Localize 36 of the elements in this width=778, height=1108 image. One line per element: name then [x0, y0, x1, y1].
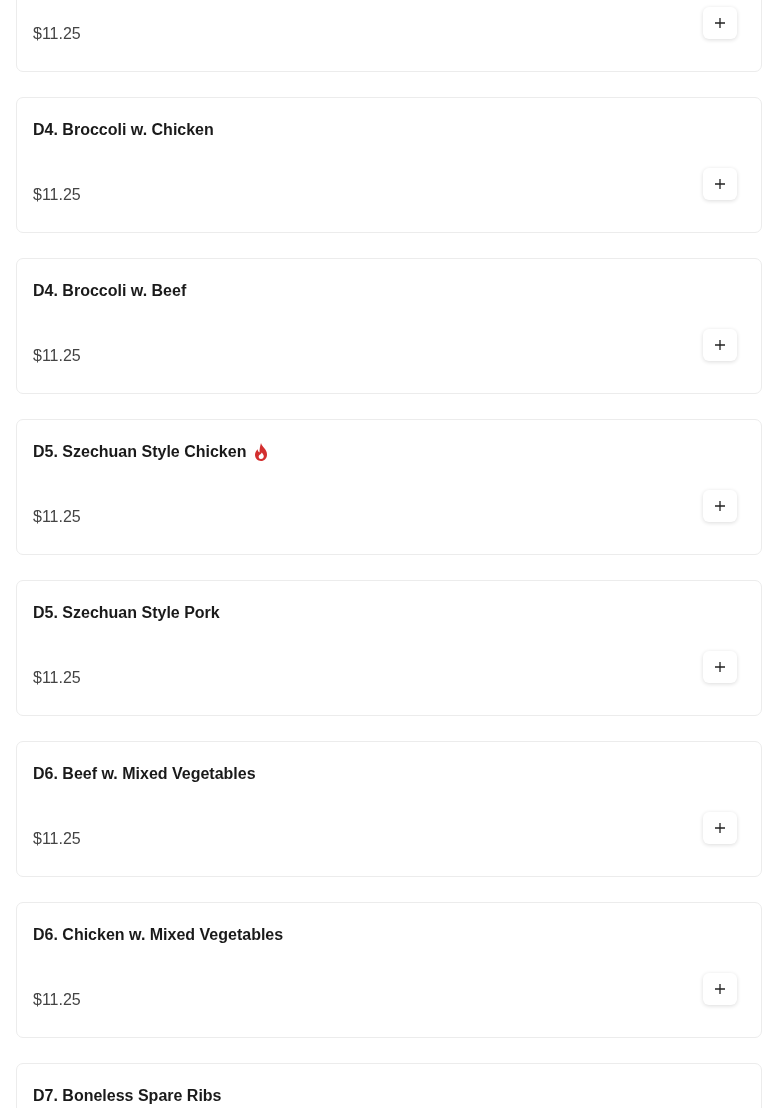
price: $11.25 — [33, 507, 81, 526]
price: $11.25 — [33, 346, 81, 365]
dish-name: D6. Beef w. Mixed Vegetables — [33, 765, 256, 783]
plus-icon — [715, 179, 725, 189]
menu-item-card[interactable]: D4. Broccoli w. Beef $11.25 — [16, 258, 762, 394]
plus-icon — [715, 18, 725, 28]
menu-item-card[interactable]: D5. Szechuan Style Pork $11.25 — [16, 580, 762, 716]
menu-item-card[interactable]: D4. Broccoli w. Chicken $11.25 — [16, 97, 762, 233]
dish-name: D5. Szechuan Style Pork — [33, 604, 220, 622]
add-button[interactable] — [703, 973, 737, 1005]
add-button[interactable] — [703, 490, 737, 522]
dish-name: D4. Broccoli w. Beef — [33, 282, 187, 300]
price: $11.25 — [33, 990, 81, 1009]
plus-icon — [715, 984, 725, 994]
dish-name: D6. Chicken w. Mixed Vegetables — [33, 926, 284, 944]
add-button[interactable] — [703, 329, 737, 361]
dish-name: D7. Boneless Spare Ribs — [33, 1087, 222, 1105]
add-button[interactable] — [703, 7, 737, 39]
price: $11.25 — [33, 668, 81, 687]
plus-icon — [715, 823, 725, 833]
dish-name: D4. Broccoli w. Chicken — [33, 121, 214, 139]
price: $11.25 — [33, 185, 81, 204]
menu-item-card[interactable]: $11.25 — [16, 0, 762, 72]
price: $11.25 — [33, 24, 81, 43]
price: $11.25 — [33, 829, 81, 848]
add-button[interactable] — [703, 812, 737, 844]
add-button[interactable] — [703, 651, 737, 683]
menu-item-card[interactable]: D6. Beef w. Mixed Vegetables $11.25 — [16, 741, 762, 877]
plus-icon — [715, 340, 725, 350]
menu-item-card[interactable]: D6. Chicken w. Mixed Vegetables $11.25 — [16, 902, 762, 1038]
dish-name: D5. Szechuan Style Chicken — [33, 443, 247, 461]
add-button[interactable] — [703, 168, 737, 200]
plus-icon — [715, 662, 725, 672]
menu-item-card[interactable]: D7. Boneless Spare Ribs — [16, 1063, 762, 1108]
menu-item-card[interactable]: D5. Szechuan Style Chicken $11.25 — [16, 419, 762, 555]
plus-icon — [715, 501, 725, 511]
